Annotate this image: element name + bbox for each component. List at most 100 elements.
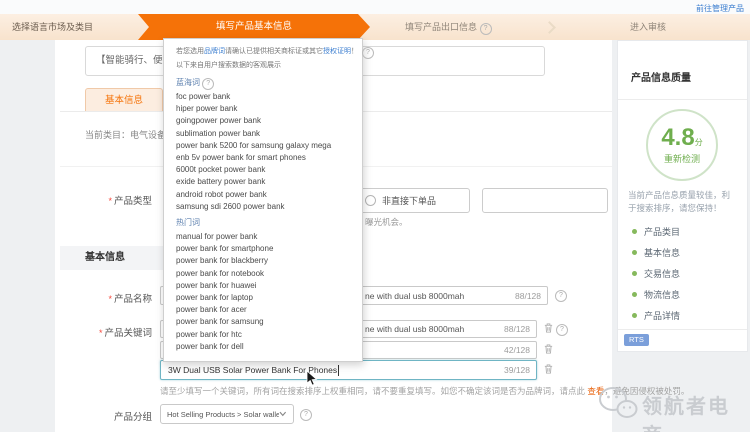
steps-bar: 选择语言市场及类目 填写产品基本信息 填写产品出口信息 进入审核 (0, 14, 750, 40)
recheck-button[interactable]: 重新检测 (664, 152, 700, 165)
suggestion-item[interactable]: power bank for samsung (176, 316, 356, 328)
keyword-1-counter: 88/128 (504, 321, 530, 337)
green-dot-icon (632, 229, 637, 234)
brand-word-link[interactable]: 品牌词 (204, 48, 225, 55)
suggestion-item[interactable]: power bank for dell (176, 341, 356, 353)
keywords-label-text: 产品关键词 (104, 328, 152, 339)
suggestion-item[interactable]: enb 5v power bank for smart phones (176, 152, 356, 164)
chevron-right-icon (543, 21, 556, 34)
product-type-option-1-label: 非直接下单品 (382, 194, 436, 207)
auth-proof-link[interactable]: 授权证明 (323, 48, 351, 55)
suggestion-item[interactable]: power bank for acer (176, 304, 356, 316)
sidebar-item-basic[interactable]: 基本信息 (632, 242, 680, 263)
chevron-down-icon (279, 411, 287, 417)
exposure-note-fragment: 曝光机会。 (365, 216, 408, 228)
product-name-label-text: 产品名称 (114, 294, 152, 305)
suggestion-item[interactable]: power bank for htc (176, 329, 356, 341)
suggestion-item[interactable]: 6000t pocket power bank (176, 164, 356, 176)
text-caret (338, 365, 339, 376)
watermark-text: 领航者电商 (642, 390, 750, 432)
manage-products-link[interactable]: 前往管理产品 (696, 3, 744, 14)
suggestion-item[interactable]: hiper power bank (176, 103, 356, 115)
sidebar-item-detail[interactable]: 产品详情 (632, 305, 680, 326)
product-name-value: ne with dual usb 8000mah (365, 287, 464, 304)
product-name-label: *产品名称 (40, 291, 152, 305)
step-review[interactable]: 进入审核 (630, 14, 666, 40)
product-type-option-1[interactable]: 非直接下单品 (352, 188, 470, 213)
quality-card: 产品信息质量 4.8分 重新检测 当前产品信息质量较佳，利于搜索排序，请您保持！… (617, 40, 748, 352)
required-asterisk: * (99, 328, 103, 338)
tab-basic-info[interactable]: 基本信息 (85, 88, 163, 112)
suggestion-item[interactable]: sublimation power bank (176, 128, 356, 140)
brand-warning-mid: 请确认已提供相关商标证或其它 (225, 48, 323, 55)
delete-keyword-2-button[interactable] (542, 343, 554, 356)
suggestion-item[interactable]: foc power bank (176, 91, 356, 103)
step-basic-info-active[interactable]: 填写产品基本信息 (138, 14, 370, 40)
brand-warning-end: ！ (351, 48, 358, 55)
rts-badge: RTS (624, 334, 649, 346)
divider (618, 329, 747, 330)
suggestion-item[interactable]: power bank for blackberry (176, 255, 356, 267)
product-type-option-2[interactable] (482, 188, 608, 213)
suggestion-item[interactable]: android robot power bank (176, 189, 356, 201)
data-source-line: 以下来自用户搜索数据的客观展示 (176, 59, 356, 73)
sidebar-item-trade[interactable]: 交易信息 (632, 263, 680, 284)
help-icon (480, 23, 492, 35)
sidebar-item-category[interactable]: 产品类目 (632, 221, 680, 242)
help-icon (362, 47, 374, 59)
current-category-text: 当前类目：电气设备 (85, 128, 166, 141)
sidebar-item-label: 物流信息 (644, 288, 680, 301)
page: 前往管理产品 选择语言市场及类目 填写产品基本信息 填写产品出口信息 进入审核 … (0, 0, 750, 432)
suggestion-item[interactable]: samsung sdi 2600 power bank (176, 201, 356, 213)
sidebar-item-label: 交易信息 (644, 267, 680, 280)
delete-keyword-3-button[interactable] (542, 363, 554, 376)
product-type-label-text: 产品类型 (114, 196, 152, 207)
suggestion-item[interactable]: power bank 5200 for samsung galaxy mega (176, 140, 356, 152)
product-group-label: 产品分组 (40, 409, 152, 423)
step-export-info-label: 填写产品出口信息 (405, 22, 477, 32)
suggestion-item[interactable]: power bank for huawei (176, 280, 356, 292)
help-icon[interactable] (556, 324, 568, 336)
suggestion-item[interactable]: power bank for notebook (176, 268, 356, 280)
required-asterisk: * (108, 294, 112, 304)
sidebar-item-label: 产品详情 (644, 309, 680, 322)
quality-card-title: 产品信息质量 (631, 69, 691, 84)
sidebar-item-label: 基本信息 (644, 246, 680, 259)
keyword-input-3-focused[interactable]: 3W Dual USB Solar Power Bank For Phones … (160, 360, 537, 380)
delete-keyword-1-button[interactable] (542, 322, 554, 335)
quality-description: 当前产品信息质量较佳，利于搜索排序，请您保持！ (628, 189, 738, 214)
suggestion-item[interactable]: power bank for smartphone (176, 243, 356, 255)
divider (618, 99, 747, 100)
keyword-3-counter: 39/128 (504, 361, 530, 379)
suggestion-item[interactable]: power bank for laptop (176, 292, 356, 304)
quality-score-circle: 4.8分 重新检测 (646, 109, 718, 181)
green-dot-icon (632, 250, 637, 255)
blue-ocean-words-label: 蓝海词 (176, 75, 356, 91)
top-strip (0, 0, 750, 14)
green-dot-icon (632, 271, 637, 276)
product-type-label: *产品类型 (40, 193, 152, 207)
step-export-info[interactable]: 填写产品出口信息 (405, 14, 492, 40)
help-icon[interactable] (555, 290, 567, 302)
product-name-counter: 88/128 (515, 287, 541, 304)
suggestion-item[interactable]: exide battery power bank (176, 176, 356, 188)
green-dot-icon (632, 292, 637, 297)
mouse-cursor-icon (306, 370, 318, 392)
sidebar-item-logistics[interactable]: 物流信息 (632, 284, 680, 305)
help-icon[interactable] (300, 409, 312, 421)
brand-warning-line: 若您选用品牌词请确认已提供相关商标证或其它授权证明！ (176, 45, 356, 59)
brand-warning-pre: 若您选用 (176, 48, 204, 55)
required-asterisk: * (108, 196, 112, 206)
keywords-note-text: 请至少填写一个关键词，所有词在搜索排序上权重相同，请不要重复填写。如您不确定该词… (160, 386, 587, 396)
quality-score: 4.8 (661, 124, 694, 151)
keywords-label: *产品关键词 (40, 325, 152, 339)
suggestion-item[interactable]: manual for power bank (176, 231, 356, 243)
help-icon (202, 78, 214, 90)
quality-section-list: 产品类目 基本信息 交易信息 物流信息 产品详情 (632, 221, 680, 326)
section-header-label: 基本信息 (85, 252, 125, 263)
product-group-select[interactable]: Hot Selling Products > Solar wallets (160, 404, 294, 424)
suggestion-item[interactable]: goingpower power bank (176, 115, 356, 127)
step-select-market[interactable]: 选择语言市场及类目 (12, 14, 93, 40)
quality-score-unit: 分 (695, 138, 703, 147)
radio-icon[interactable] (365, 195, 376, 206)
